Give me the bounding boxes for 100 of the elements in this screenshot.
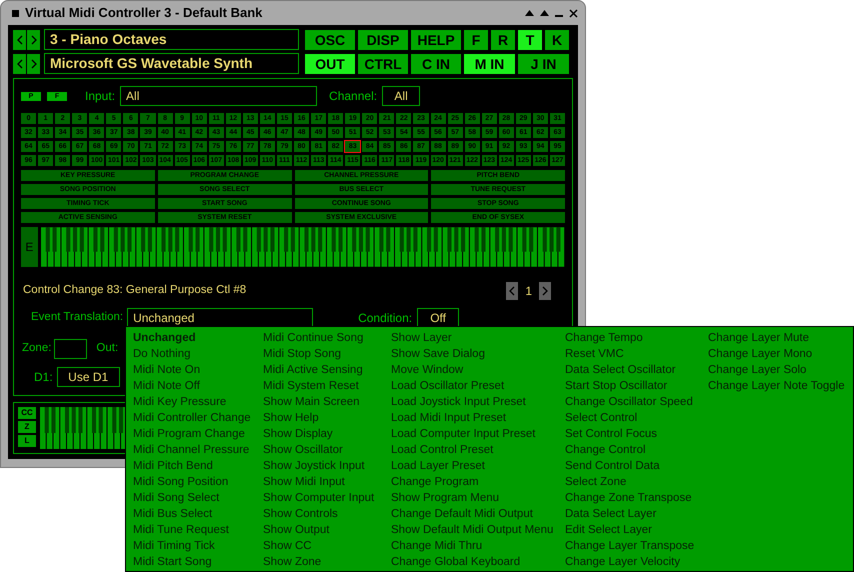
layer-button[interactable]: L <box>18 435 36 447</box>
panel-button[interactable]: OSC <box>305 30 355 50</box>
menu-item[interactable]: Midi Timing Tick <box>133 538 263 554</box>
chevron-left-icon <box>509 286 516 296</box>
preset-field[interactable]: Microsoft GS Wavetable Synth <box>44 53 299 74</box>
menu-item[interactable]: Show Oscillator <box>263 442 391 458</box>
channel-field[interactable]: All <box>382 86 420 106</box>
menu-item[interactable]: Change Oscillator Speed <box>565 394 708 410</box>
menu-item[interactable]: Show CC <box>263 538 391 554</box>
menu-item[interactable]: Select Zone <box>565 474 708 490</box>
window-menu-icon[interactable] <box>12 10 19 16</box>
menu-item[interactable]: Edit Select Layer <box>565 522 708 538</box>
status-text: Control Change 83: General Purpose Ctl #8 <box>23 283 246 298</box>
menu-item[interactable]: Midi Song Position <box>133 474 263 490</box>
preset-field[interactable]: 3 - Piano Octaves <box>44 29 299 50</box>
panel-button[interactable]: C IN <box>411 54 461 74</box>
input-field[interactable]: All <box>120 86 318 106</box>
menu-item[interactable]: Show Output <box>263 522 391 538</box>
menu-item[interactable]: Reset VMC <box>565 346 708 362</box>
menu-item[interactable]: Load Layer Preset <box>391 458 565 474</box>
menu-item[interactable]: Unchanged <box>133 330 263 346</box>
menu-item[interactable]: Move Window <box>391 362 565 378</box>
menu-item[interactable]: Load Control Preset <box>391 442 565 458</box>
zone-field[interactable] <box>54 339 88 359</box>
menu-item[interactable]: Show Layer <box>391 330 565 346</box>
menu-item[interactable]: Load Computer Input Preset <box>391 426 565 442</box>
menu-item[interactable]: Show Save Dialog <box>391 346 565 362</box>
previous-page-button[interactable] <box>506 282 518 300</box>
menu-item[interactable]: Midi Program Change <box>133 426 263 442</box>
previous-button[interactable] <box>13 54 26 74</box>
menu-item[interactable]: Midi Key Pressure <box>133 394 263 410</box>
menu-item[interactable]: Midi Continue Song <box>263 330 391 346</box>
menu-item[interactable]: Show Joystick Input <box>263 458 391 474</box>
menu-item[interactable]: Show Default Midi Output Menu <box>391 522 565 538</box>
layer-button[interactable]: CC <box>18 407 36 419</box>
next-button[interactable] <box>27 30 40 50</box>
close-icon[interactable] <box>569 8 578 18</box>
menu-item[interactable]: Start Stop Oscillator <box>565 378 708 394</box>
menu-item[interactable]: Change Layer Solo <box>708 362 848 378</box>
menu-item[interactable]: Change Tempo <box>565 330 708 346</box>
menu-item[interactable]: Midi System Reset <box>263 378 391 394</box>
menu-item[interactable]: Change Midi Thru <box>391 538 565 554</box>
menu-item[interactable]: Midi Note On <box>133 362 263 378</box>
menu-item[interactable]: Show Zone <box>263 554 391 570</box>
menu-item[interactable]: Data Select Layer <box>565 506 708 522</box>
menu-item[interactable]: Show Display <box>263 426 391 442</box>
menu-item[interactable]: Change Layer Mono <box>708 346 848 362</box>
menu-item[interactable]: Load Joystick Input Preset <box>391 394 565 410</box>
condition-field[interactable]: Off <box>417 308 460 328</box>
menu-item[interactable]: Do Nothing <box>133 346 263 362</box>
keyboard-mode-button[interactable]: E <box>21 227 38 267</box>
menu-item[interactable]: Midi Start Song <box>133 554 263 570</box>
menu-item[interactable]: Change Zone Transpose <box>565 490 708 506</box>
panel-button[interactable]: CTRL <box>358 54 408 74</box>
menu-item[interactable]: Change Layer Mute <box>708 330 848 346</box>
menu-item[interactable]: Midi Song Select <box>133 490 263 506</box>
menu-item[interactable]: Change Layer Transpose <box>565 538 708 554</box>
next-button[interactable] <box>27 54 40 74</box>
panel-button[interactable]: M IN <box>464 54 515 74</box>
menu-item[interactable]: Change Control <box>565 442 708 458</box>
layer-button[interactable]: Z <box>18 421 36 433</box>
menu-item[interactable]: Midi Note Off <box>133 378 263 394</box>
menu-item[interactable]: Change Program <box>391 474 565 490</box>
event-translation-field[interactable]: Unchanged <box>127 308 314 328</box>
menu-item[interactable]: Show Help <box>263 410 391 426</box>
panel-button[interactable]: HELP <box>411 30 461 50</box>
panel-button[interactable]: R <box>491 30 515 50</box>
panel-button[interactable]: OUT <box>305 54 355 74</box>
menu-item[interactable]: Midi Stop Song <box>263 346 391 362</box>
menu-item[interactable]: Change Global Keyboard <box>391 554 565 570</box>
menu-item[interactable]: Send Control Data <box>565 458 708 474</box>
panel-button[interactable]: K <box>545 30 569 50</box>
menu-item[interactable]: Show Computer Input <box>263 490 391 506</box>
menu-item[interactable]: Midi Bus Select <box>133 506 263 522</box>
use-d1-button[interactable]: Use D1 <box>56 367 120 387</box>
channel-label: Channel: <box>329 88 378 105</box>
panel-button[interactable]: DISP <box>358 30 408 50</box>
menu-item[interactable]: Midi Active Sensing <box>263 362 391 378</box>
menu-item[interactable]: Set Control Focus <box>565 426 708 442</box>
panel-button[interactable]: F <box>464 30 488 50</box>
menu-item[interactable]: Load Midi Input Preset <box>391 410 565 426</box>
piano-keyboard-drawing[interactable] <box>40 227 565 267</box>
menu-item[interactable]: Select Control <box>565 410 708 426</box>
next-page-button[interactable] <box>539 282 551 300</box>
menu-item[interactable]: Change Default Midi Output <box>391 506 565 522</box>
menu-item[interactable]: Midi Controller Change <box>133 410 263 426</box>
menu-item[interactable]: Change Layer Note Toggle <box>708 378 848 394</box>
panel-button[interactable]: T <box>518 30 542 50</box>
menu-item[interactable]: Change Layer Velocity <box>565 554 708 570</box>
panel-button[interactable]: J IN <box>518 54 569 74</box>
menu-item[interactable]: Load Oscillator Preset <box>391 378 565 394</box>
menu-item[interactable]: Show Controls <box>263 506 391 522</box>
menu-item[interactable]: Midi Pitch Bend <box>133 458 263 474</box>
previous-button[interactable] <box>13 30 26 50</box>
menu-item[interactable]: Show Program Menu <box>391 490 565 506</box>
menu-item[interactable]: Show Midi Input <box>263 474 391 490</box>
menu-item[interactable]: Show Main Screen <box>263 394 391 410</box>
menu-item[interactable]: Data Select Oscillator <box>565 362 708 378</box>
menu-item[interactable]: Midi Channel Pressure <box>133 442 263 458</box>
menu-item[interactable]: Midi Tune Request <box>133 522 263 538</box>
